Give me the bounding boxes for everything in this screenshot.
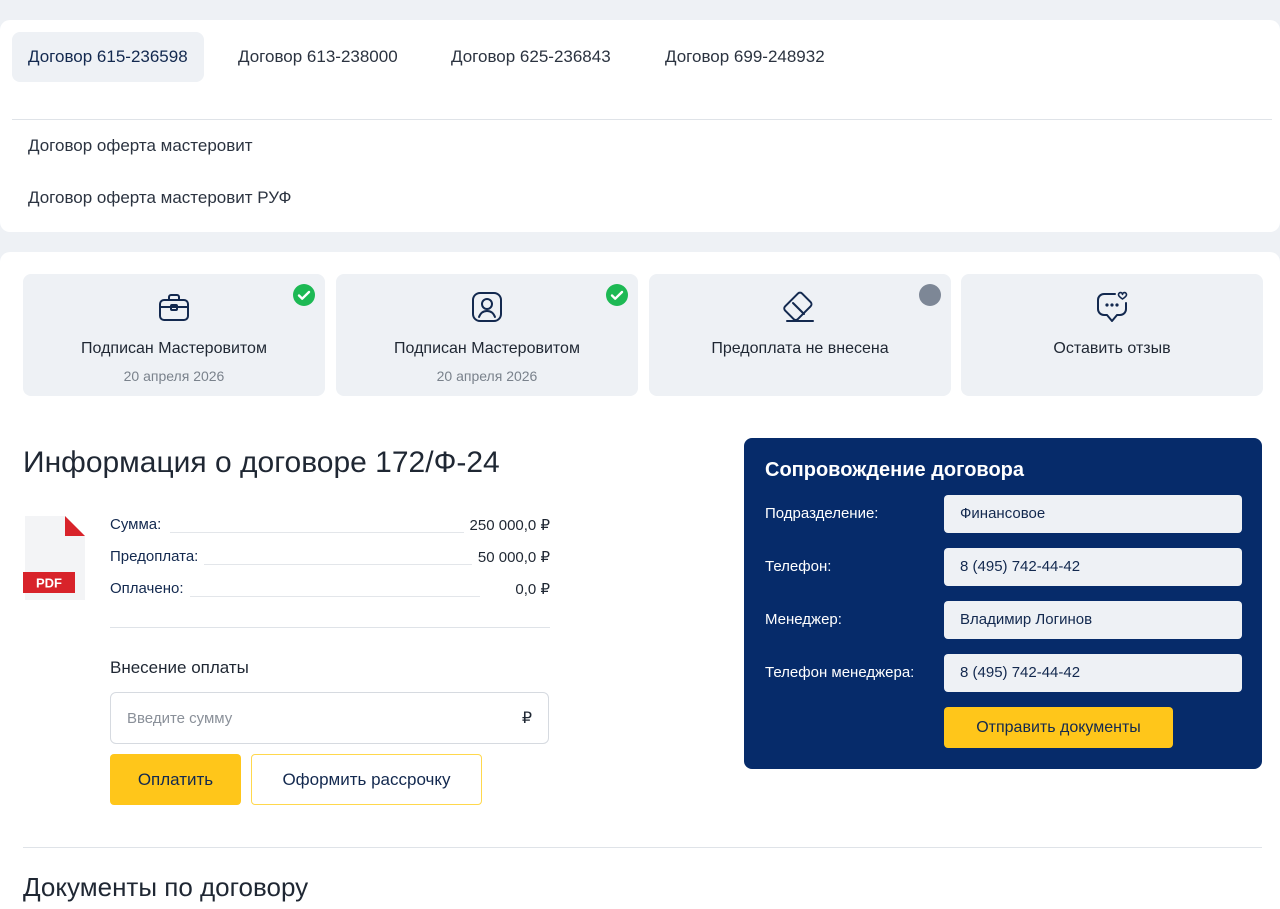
leader-line (170, 564, 480, 565)
user-badge-icon (472, 292, 502, 322)
payment-amount-field: ₽ (110, 692, 549, 744)
documents-title: Документы по договору (23, 872, 309, 902)
support-row-manager-phone: Телефон менеджера: 8 (495) 742-44-42 (765, 654, 1242, 692)
status-label: Подписан Мастеровитом (394, 340, 580, 357)
support-label: Телефон: (765, 558, 832, 575)
offer-link[interactable]: Договор оферта мастеровит (28, 136, 253, 156)
support-label: Телефон менеджера: (765, 664, 915, 681)
ruble-sign: ₽ (521, 710, 532, 727)
amount-value: 50 000,0 ₽ (471, 548, 550, 566)
amount-row-sum: Сумма: 250 000,0 ₽ (110, 516, 550, 540)
divider (23, 847, 1262, 848)
pending-dot-icon (919, 284, 941, 306)
installment-button[interactable]: Оформить рассрочку (251, 754, 482, 805)
tab-contract-2[interactable]: Договор 613-238000 (222, 32, 414, 82)
amount-value: 0,0 ₽ (509, 580, 550, 598)
status-date: 20 апреля 2026 (123, 368, 225, 384)
payment-amount-input[interactable] (127, 693, 507, 743)
leader-line (170, 596, 480, 597)
check-icon (293, 284, 315, 306)
contract-support-panel: Сопровождение договора Подразделение: Фи… (744, 438, 1262, 769)
briefcase-icon (159, 294, 189, 321)
check-icon (606, 284, 628, 306)
support-label: Подразделение: (765, 505, 879, 522)
amount-row-paid: Оплачено: 0,0 ₽ (110, 580, 550, 604)
support-title: Сопровождение договора (765, 459, 1024, 481)
payment-title: Внесение оплаты (110, 658, 249, 677)
status-signed-1: Подписан Мастеровитом 20 апреля 2026 (23, 274, 325, 396)
contract-tabs: Договор 615-236598 Договор 613-238000 До… (12, 32, 1272, 120)
support-value: 8 (495) 742-44-42 (944, 548, 1242, 586)
support-value: 8 (495) 742-44-42 (944, 654, 1242, 692)
support-row-phone: Телефон: 8 (495) 742-44-42 (765, 548, 1242, 586)
support-value: Владимир Логинов (944, 601, 1242, 639)
status-signed-2: Подписан Мастеровитом 20 апреля 2026 (336, 274, 638, 396)
support-row-manager: Менеджер: Владимир Логинов (765, 601, 1242, 639)
leader-line (170, 532, 480, 533)
tab-contract-1[interactable]: Договор 615-236598 (12, 32, 204, 82)
pdf-label: PDF (36, 576, 62, 591)
offer-link-ruf[interactable]: Договор оферта мастеровит РУФ (28, 188, 291, 208)
tab-contract-3[interactable]: Договор 625-236843 (435, 32, 627, 82)
divider (110, 627, 550, 628)
amount-label: Предоплата: (110, 548, 205, 565)
status-label: Подписан Мастеровитом (81, 340, 267, 357)
status-prepayment: Предоплата не внесена (649, 274, 951, 396)
amount-label: Оплачено: (110, 580, 190, 597)
chat-heart-icon (1097, 291, 1128, 322)
amount-value: 250 000,0 ₽ (463, 516, 550, 534)
amount-row-prepayment: Предоплата: 50 000,0 ₽ (110, 548, 550, 572)
contract-details-card: Подписан Мастеровитом 20 апреля 2026 Под… (0, 252, 1280, 909)
status-label: Предоплата не внесена (711, 340, 889, 357)
tab-contract-4[interactable]: Договор 699-248932 (649, 32, 841, 82)
pay-button[interactable]: Оплатить (110, 754, 241, 805)
support-row-department: Подразделение: Финансовое (765, 495, 1242, 533)
send-documents-button[interactable]: Отправить документы (944, 707, 1173, 748)
support-value: Финансовое (944, 495, 1242, 533)
status-label: Оставить отзыв (1053, 340, 1171, 357)
pdf-icon[interactable]: PDF (23, 516, 85, 600)
status-feedback[interactable]: Оставить отзыв (961, 274, 1263, 396)
card-slash-icon (783, 291, 814, 322)
contract-info-title: Информация о договоре 172/Ф-24 (23, 446, 500, 479)
contracts-card: Договор 615-236598 Договор 613-238000 До… (0, 20, 1280, 232)
status-date: 20 апреля 2026 (436, 368, 538, 384)
support-label: Менеджер: (765, 611, 842, 628)
amount-label: Сумма: (110, 516, 168, 533)
